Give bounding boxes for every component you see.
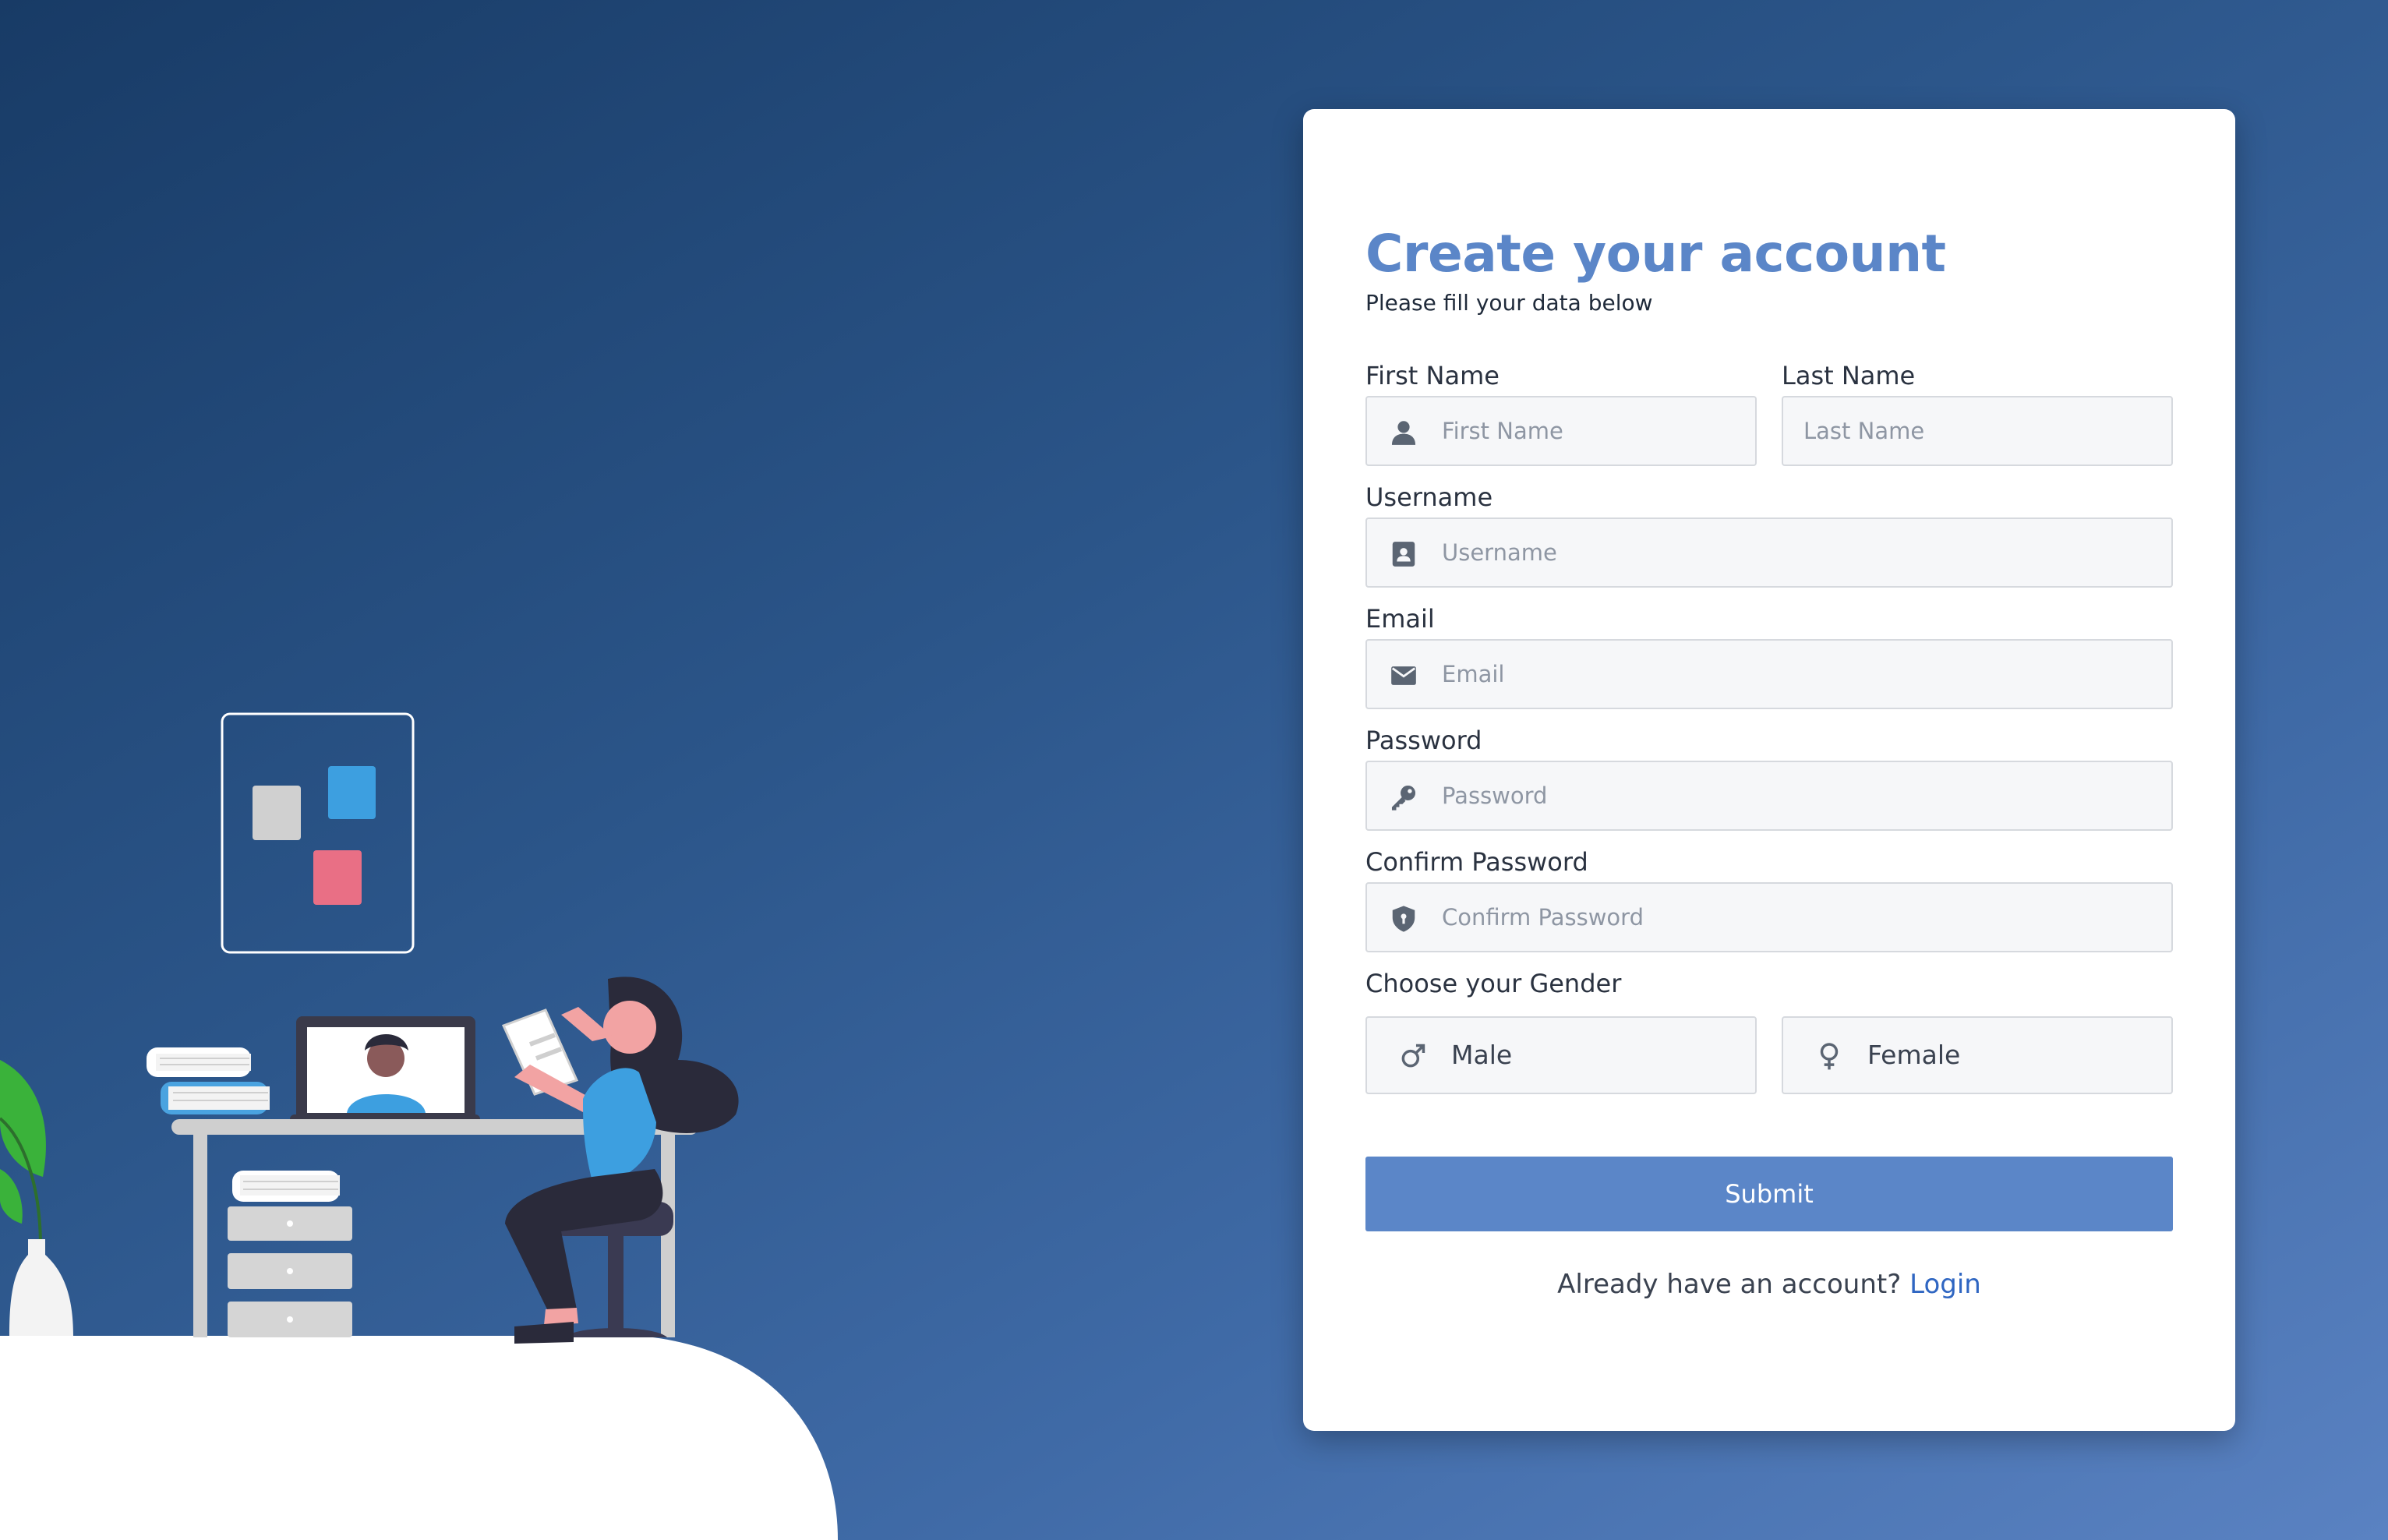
- password-field[interactable]: [1365, 761, 2173, 831]
- gender-label: Choose your Gender: [1365, 969, 1622, 998]
- gender-option-label: Male: [1451, 1040, 1513, 1070]
- id-badge-icon: [1392, 542, 1415, 567]
- password-label: Password: [1365, 726, 1482, 755]
- vase: [9, 1239, 73, 1336]
- last-name-field[interactable]: [1782, 396, 2173, 466]
- wall-frame: [221, 712, 415, 954]
- email-field[interactable]: [1365, 639, 2173, 709]
- gender-option-label: Female: [1867, 1040, 1961, 1070]
- user-icon: [1391, 421, 1416, 445]
- login-link[interactable]: Login: [1909, 1269, 1981, 1300]
- login-prompt-text: Already have an account?: [1557, 1269, 1902, 1300]
- first-name-label: First Name: [1365, 361, 1500, 390]
- signup-card: Create your account Please fill your dat…: [1303, 109, 2235, 1431]
- confirm-password-input[interactable]: [1442, 884, 2156, 951]
- first-name-input[interactable]: [1442, 397, 1740, 464]
- last-name-input[interactable]: [1803, 397, 2156, 464]
- login-prompt: Already have an account? Login: [1365, 1269, 2173, 1300]
- submit-button[interactable]: Submit: [1365, 1157, 2173, 1231]
- female-symbol-icon: [1820, 1043, 1839, 1070]
- email-input[interactable]: [1442, 641, 2156, 708]
- key-icon: [1391, 785, 1416, 811]
- confirm-password-label: Confirm Password: [1365, 847, 1588, 877]
- gender-option-male[interactable]: Male: [1365, 1016, 1757, 1094]
- workspace-illustration: [0, 0, 857, 1540]
- last-name-label: Last Name: [1782, 361, 1916, 390]
- shield-icon: [1392, 906, 1415, 932]
- page-title: Create your account: [1365, 224, 1946, 284]
- ground-hill: [0, 1336, 838, 1540]
- username-label: Username: [1365, 482, 1493, 512]
- username-field[interactable]: [1365, 517, 2173, 588]
- first-name-field[interactable]: [1365, 396, 1757, 466]
- email-label: Email: [1365, 604, 1435, 634]
- envelope-icon: [1391, 666, 1416, 685]
- page-subtitle: Please fill your data below: [1365, 290, 1653, 316]
- male-symbol-icon: [1401, 1044, 1425, 1068]
- plant-leaf: [0, 1060, 46, 1177]
- gender-option-female[interactable]: Female: [1782, 1016, 2173, 1094]
- username-input[interactable]: [1442, 519, 2156, 586]
- illustration-graphic: [0, 712, 838, 1540]
- confirm-password-field[interactable]: [1365, 882, 2173, 952]
- password-input[interactable]: [1442, 762, 2156, 829]
